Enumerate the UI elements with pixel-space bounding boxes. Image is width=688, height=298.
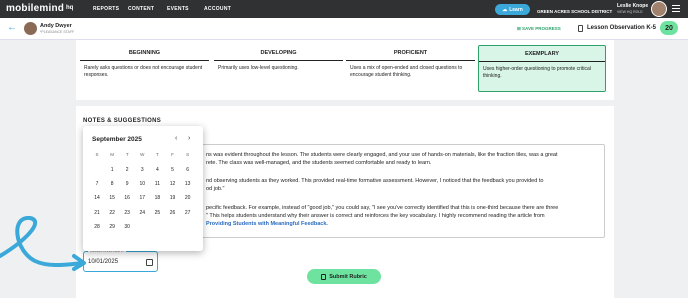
- submit-rubric-button[interactable]: Submit Rubric: [307, 269, 381, 284]
- rubric-level-exemplary[interactable]: EXEMPLARY Uses higher-order questioning …: [478, 45, 606, 92]
- calendar-day[interactable]: 17: [135, 195, 149, 201]
- back-arrow-icon[interactable]: ←: [7, 22, 17, 33]
- district-name: GREEN ACRES SCHOOL DISTRICT: [537, 9, 613, 14]
- calendar-day[interactable]: 30: [120, 224, 134, 230]
- observation-header: ← Andy Dwyer *PLEASANCE STAFF ⊞ SAVE PRO…: [0, 18, 688, 40]
- calendar-day[interactable]: 8: [105, 181, 119, 187]
- calendar-day[interactable]: 15: [105, 195, 119, 201]
- calendar-day[interactable]: 14: [90, 195, 104, 201]
- rubric-row: BEGINNING Rarely asks questions or does …: [76, 40, 614, 100]
- weekday-label: M: [110, 152, 114, 157]
- learn-icon: ☁: [502, 6, 508, 13]
- learn-button[interactable]: ☁ Learn: [495, 4, 530, 15]
- calendar-day[interactable]: 22: [105, 210, 119, 216]
- weekday-label: T: [156, 152, 159, 157]
- calendar-day[interactable]: 18: [150, 195, 164, 201]
- calendar-day[interactable]: 2: [120, 167, 134, 173]
- calendar-day[interactable]: 21: [90, 210, 104, 216]
- next-month-icon[interactable]: ›: [188, 135, 190, 142]
- article-link[interactable]: Providing Students with Meaningful Feedb…: [206, 221, 328, 227]
- calendar-day[interactable]: 11: [150, 181, 164, 187]
- nav-reports[interactable]: REPORTS: [93, 6, 119, 12]
- calendar-day[interactable]: 24: [135, 210, 149, 216]
- nav-content[interactable]: CONTENT: [128, 6, 154, 12]
- calendar-month: September 2025: [92, 136, 142, 143]
- menu-icon[interactable]: [672, 5, 680, 13]
- calendar-day[interactable]: 5: [166, 167, 180, 173]
- teacher-role: *PLEASANCE STAFF: [40, 30, 75, 34]
- calendar-day[interactable]: 6: [181, 167, 195, 173]
- weekday-label: F: [171, 152, 174, 157]
- hq-label: hq: [66, 5, 74, 11]
- nav-account[interactable]: ACCOUNT: [204, 6, 231, 12]
- weekday-label: S: [95, 152, 99, 157]
- annotation-arrow: [0, 216, 86, 271]
- weekday-label: T: [125, 152, 129, 157]
- calendar-day[interactable]: 9: [120, 181, 134, 187]
- notes-title: NOTES & SUGGESTIONS: [83, 118, 162, 124]
- save-progress-button[interactable]: ⊞ SAVE PROGRESS: [517, 26, 561, 32]
- calendar-icon[interactable]: [146, 259, 153, 266]
- score-badge: 20: [660, 21, 678, 35]
- calendar-day[interactable]: 20: [181, 195, 195, 201]
- calendar-day[interactable]: 7: [90, 181, 104, 187]
- notes-textarea[interactable]: ns was evident throughout the lesson. Th…: [201, 144, 605, 238]
- calendar-day[interactable]: 4: [150, 167, 164, 173]
- user-avatar[interactable]: [651, 1, 667, 17]
- clipboard-icon: [578, 25, 583, 32]
- calendar-day[interactable]: 10: [135, 181, 149, 187]
- clipboard-icon: [321, 273, 327, 280]
- weekday-label: W: [140, 152, 145, 157]
- teacher-name: Andy Dwyer: [40, 23, 72, 29]
- logo[interactable]: mobilemind: [6, 3, 64, 14]
- calendar-day[interactable]: 1: [105, 167, 119, 173]
- calendar-day[interactable]: 16: [120, 195, 134, 201]
- prev-month-icon[interactable]: ‹: [175, 135, 177, 142]
- calendar-day[interactable]: 12: [166, 181, 180, 187]
- calendar-day[interactable]: 3: [135, 167, 149, 173]
- rubric-level-proficient[interactable]: PROFICIENT Uses a mix of open-ended and …: [346, 45, 475, 92]
- calendar-day[interactable]: 26: [166, 210, 180, 216]
- top-nav: mobilemind hq REPORTS CONTENT EVENTS ACC…: [0, 0, 688, 18]
- rubric-level-beginning[interactable]: BEGINNING Rarely asks questions or does …: [80, 45, 209, 92]
- calendar-day[interactable]: 27: [181, 210, 195, 216]
- calendar-day[interactable]: 23: [120, 210, 134, 216]
- user-name: Leslie Knope: [617, 3, 649, 9]
- calendar-day[interactable]: 25: [150, 210, 164, 216]
- observation-title: Lesson Observation K-5: [587, 25, 657, 31]
- user-role-link[interactable]: VIEW HQ ROLE: [617, 10, 643, 14]
- rubric-level-developing[interactable]: DEVELOPING Primarily uses low-level ques…: [214, 45, 343, 92]
- calendar-day[interactable]: 13: [181, 181, 195, 187]
- calendar-day[interactable]: 19: [166, 195, 180, 201]
- weekday-label: S: [186, 152, 190, 157]
- nav-events[interactable]: EVENTS: [167, 6, 189, 12]
- teacher-avatar: [24, 22, 37, 35]
